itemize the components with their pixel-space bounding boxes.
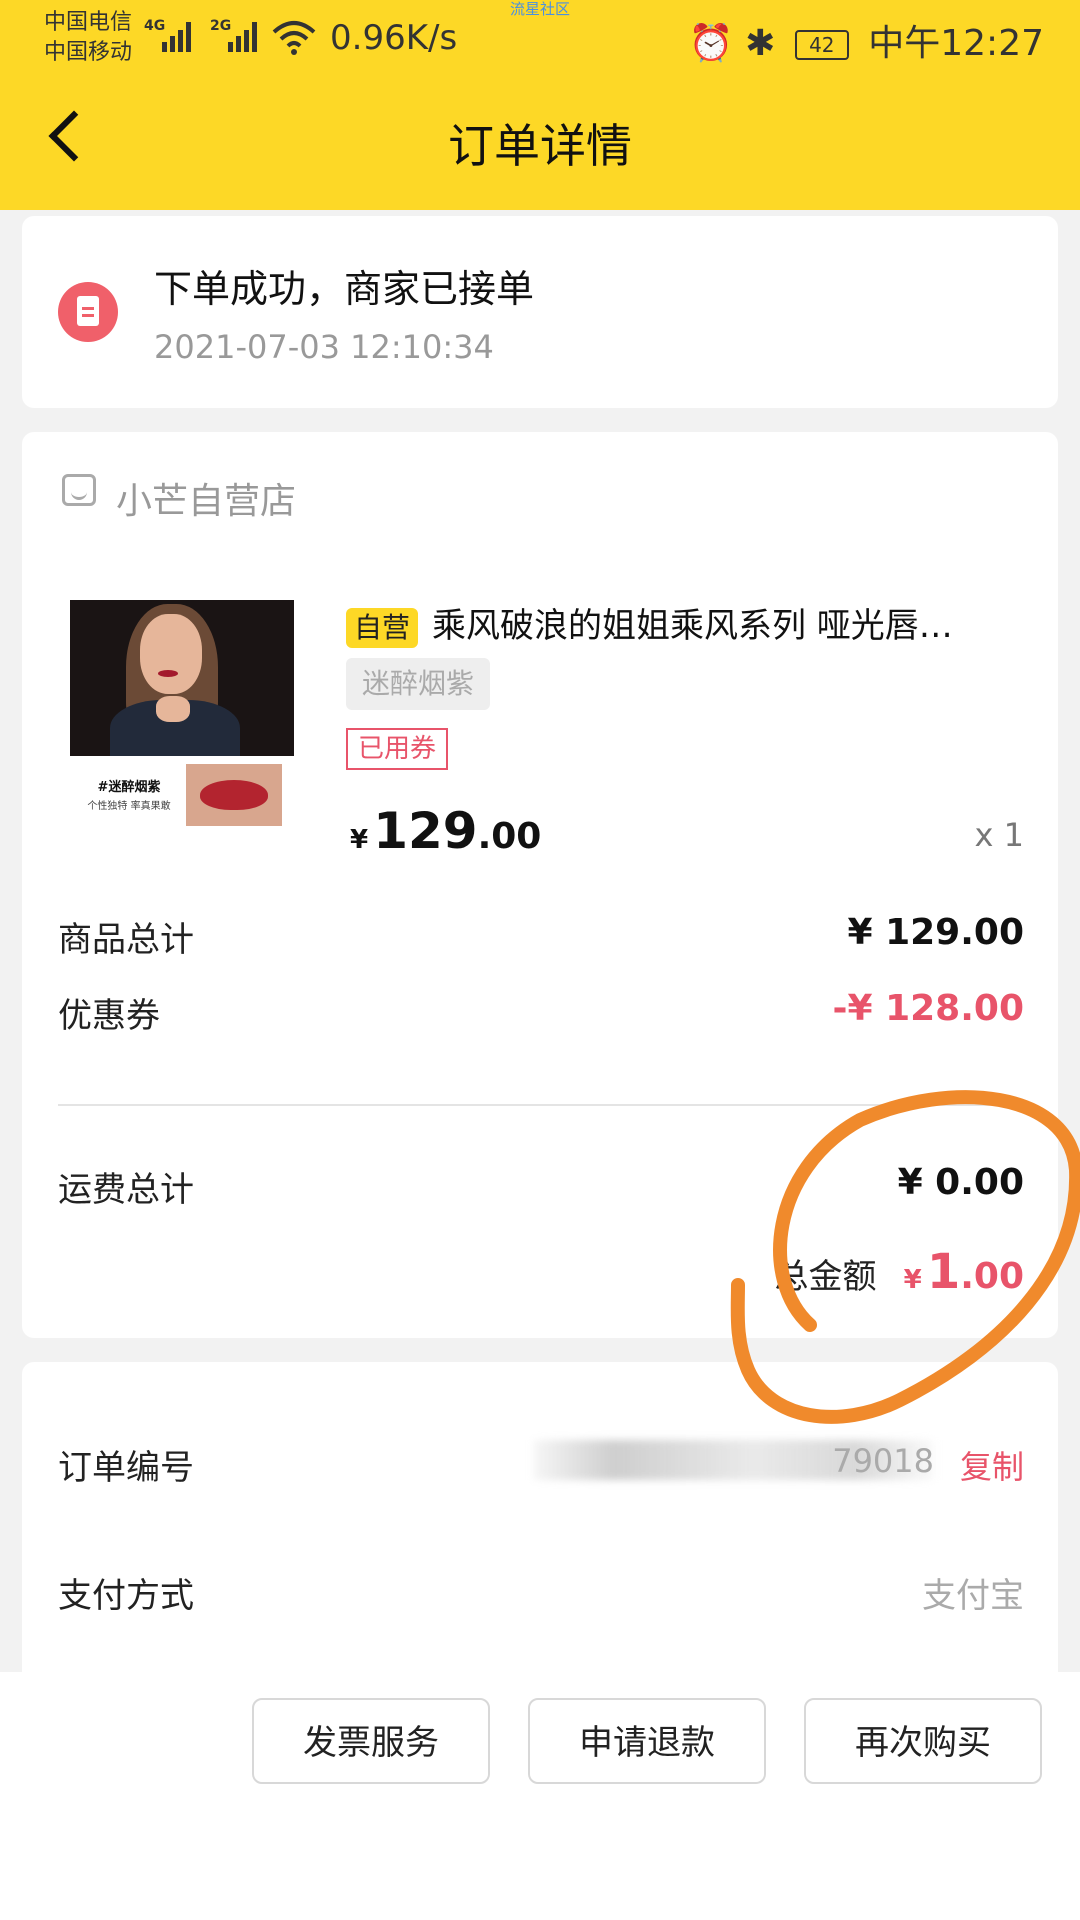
payment-method-value: 支付宝 [922, 1576, 1024, 1616]
image-caption-title: #迷醉烟紫 [97, 780, 161, 795]
order-status-time: 2021-07-03 12:10:34 [154, 328, 494, 366]
top-bar: 中国电信 中国移动 4G 2G 0.96K/s 流星社区 ⏰ ✱ 42 中午12… [0, 0, 1080, 210]
document-icon [58, 282, 118, 342]
lip-swatch-image [186, 764, 282, 826]
page-title: 订单详情 [448, 119, 632, 173]
bottom-action-bar: 发票服务 申请退款 再次购买 [0, 1672, 1080, 1920]
price-integer: 129 [373, 802, 478, 860]
total-decimal: .00 [960, 1256, 1024, 1297]
carrier-2: 中国移动 [44, 40, 133, 65]
order-status-title: 下单成功，商家已接单 [154, 267, 535, 311]
order-number-tail: 79018 [832, 1442, 934, 1480]
model-photo [70, 600, 294, 756]
network-speed: 0.96K/s [330, 18, 458, 58]
shipping-value: ¥ 0.00 [897, 1162, 1024, 1203]
battery-icon: 42 [794, 30, 849, 60]
status-right: ⏰ ✱ 42 中午12:27 [689, 14, 1044, 66]
subtotal-value: ¥ 129.00 [847, 912, 1024, 953]
total-label: 总金额 [774, 1257, 877, 1297]
carrier-1: 中国电信 [44, 10, 133, 35]
divider [58, 1104, 1024, 1106]
product-price: ¥ 129.00 [350, 802, 541, 860]
total-amount: 总金额 ¥ 1.00 [775, 1244, 1024, 1300]
alarm-icon: ⏰ [688, 23, 734, 64]
copy-button[interactable]: 复制 [960, 1442, 1024, 1488]
order-number-label: 订单编号 [58, 1448, 194, 1488]
carrier-names: 中国电信 中国移动 [44, 8, 132, 68]
price-decimal: .00 [477, 816, 542, 857]
image-caption: #迷醉烟紫 个性独特 率真果敢 [74, 776, 184, 812]
product-title[interactable]: 乘风破浪的姐姐乘风系列 哑光唇… [432, 604, 1032, 648]
total-integer: 1 [926, 1244, 961, 1300]
price-symbol: ¥ [350, 825, 369, 855]
shop-name[interactable]: 小芒自营店 [116, 472, 296, 524]
product-quantity: x 1 [974, 816, 1024, 854]
clock: 中午12:27 [868, 23, 1044, 64]
subtotal-label: 商品总计 [58, 920, 194, 960]
coupon-used-tag: 已用券 [346, 728, 449, 770]
total-symbol: ¥ [903, 1265, 922, 1295]
product-image[interactable]: #迷醉烟紫 个性独特 率真果敢 [70, 600, 300, 840]
coupon-label: 优惠券 [58, 996, 160, 1036]
order-card: 小芒自营店 #迷醉烟紫 个性独特 率真果敢 自营 乘风破浪的姐姐乘风系列 哑光唇… [22, 432, 1058, 1338]
store-icon [62, 474, 96, 506]
order-info-card: 订单编号 79018 复制 支付方式 支付宝 [22, 1362, 1058, 1692]
invoice-button[interactable]: 发票服务 [252, 1698, 490, 1784]
signal-icon-2 [228, 20, 266, 52]
coupon-value: -¥ 128.00 [832, 988, 1024, 1029]
signal-icon [162, 20, 200, 52]
refund-button[interactable]: 申请退款 [528, 1698, 766, 1784]
payment-method-label: 支付方式 [58, 1576, 194, 1616]
rebuy-button[interactable]: 再次购买 [804, 1698, 1042, 1784]
shipping-label: 运费总计 [58, 1170, 194, 1210]
order-status-card: 下单成功，商家已接单 2021-07-03 12:10:34 [22, 216, 1058, 408]
variant-tag: 迷醉烟紫 [346, 658, 491, 710]
bluetooth-icon: ✱ [745, 23, 776, 64]
wifi-icon [272, 21, 316, 55]
watermark-text: 流星社区 [510, 0, 571, 18]
image-caption-sub: 个性独特 率真果敢 [87, 801, 171, 812]
status-bar: 中国电信 中国移动 4G 2G 0.96K/s 流星社区 ⏰ ✱ 42 中午12… [0, 0, 1080, 78]
self-operated-badge: 自营 [346, 608, 419, 648]
